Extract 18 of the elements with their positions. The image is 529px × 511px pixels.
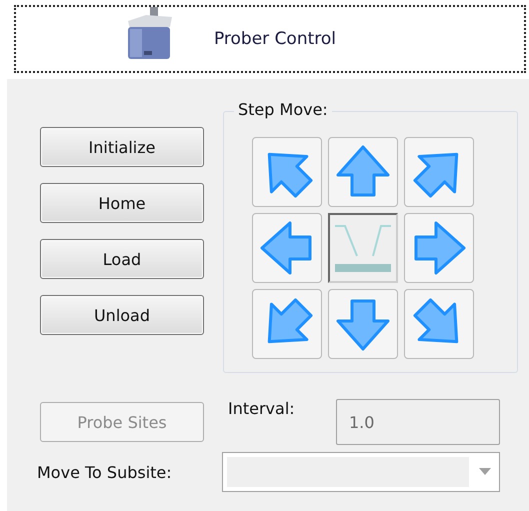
action-button[interactable]: Initialize	[40, 127, 204, 167]
step-button[interactable]	[328, 137, 398, 207]
interval-label: Interval:	[227, 398, 296, 418]
group-label: Step Move:	[234, 100, 332, 119]
action-button[interactable]: Unload	[40, 295, 204, 335]
step-button[interactable]	[252, 213, 322, 283]
action-button[interactable]: Home	[40, 183, 204, 223]
step-button[interactable]	[404, 289, 474, 359]
step-button[interactable]	[404, 213, 474, 283]
probe-position-button[interactable]	[328, 213, 398, 283]
step-button[interactable]	[252, 137, 322, 207]
step-button[interactable]	[252, 289, 322, 359]
caret-icon	[479, 468, 491, 476]
step-button[interactable]	[404, 137, 474, 207]
action-button[interactable]: Load	[40, 239, 204, 279]
subsite-label: Move To Subsite:	[36, 462, 173, 482]
panel-title: Prober Control	[214, 29, 336, 49]
step-button[interactable]	[328, 289, 398, 359]
